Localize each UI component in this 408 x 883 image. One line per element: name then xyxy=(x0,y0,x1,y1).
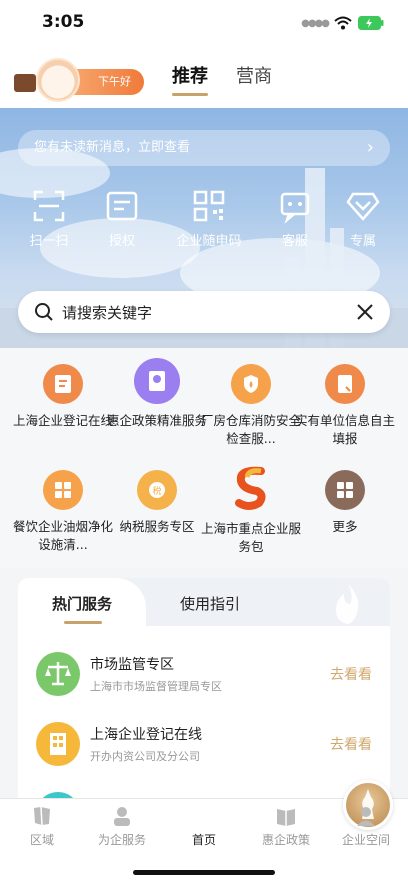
more-icon xyxy=(325,470,365,510)
active-tab-indicator xyxy=(64,621,102,624)
service-item[interactable]: 上海企业登记在线 xyxy=(13,364,113,430)
quick-scan[interactable]: 扫一扫 xyxy=(9,188,89,249)
service-item[interactable]: 上海市重点企业服务包 xyxy=(201,464,301,556)
greeting-widget[interactable]: 下午好 xyxy=(14,56,144,102)
service-label: 上海企业登记在线 xyxy=(13,413,114,428)
quick-qr-code[interactable]: 企业随申码 xyxy=(169,188,249,249)
quick-exclusive-label: 专属 xyxy=(349,234,376,249)
service-label: 纳税服务专区 xyxy=(119,519,195,534)
svg-text:税: 税 xyxy=(152,485,161,497)
quick-qr-code-label: 企业随申码 xyxy=(176,234,242,249)
profile-icon xyxy=(357,807,375,826)
fire-safety-icon xyxy=(231,364,271,404)
tab-business[interactable]: 营商 xyxy=(236,62,272,96)
header: 下午好 推荐 营商 xyxy=(0,48,408,108)
service-item[interactable]: 更多 xyxy=(295,470,395,536)
nav-policy[interactable]: 惠企政策 xyxy=(246,805,326,848)
quick-customer-service-label: 客服 xyxy=(281,234,308,249)
search-bar[interactable]: 请搜索关键字 xyxy=(18,291,390,333)
row-subtitle: 上海市市场监督管理局专区 xyxy=(90,680,222,693)
mascot-avatar xyxy=(36,58,80,102)
nav-label: 企业空间 xyxy=(341,833,390,847)
flame-icon xyxy=(336,584,359,624)
close-icon[interactable] xyxy=(356,303,374,321)
service-item[interactable]: 餐饮企业油烟净化设施清... xyxy=(13,470,113,554)
service-label: 实有单位信息自主填报 xyxy=(295,413,396,446)
brand-s-icon xyxy=(229,464,273,512)
nav-label: 为企服务 xyxy=(97,833,146,847)
search-input[interactable]: 请搜索关键字 xyxy=(62,302,152,323)
nav-home[interactable]: 首页 xyxy=(164,780,393,848)
status-icons: ●●●● xyxy=(301,16,384,30)
report-icon xyxy=(325,364,365,404)
service-label: 餐饮企业油烟净化设施清... xyxy=(13,519,114,552)
unread-message-text: 您有未读新消息，立即查看 xyxy=(34,140,191,155)
scan-icon xyxy=(33,190,65,222)
service-item[interactable]: 惠企政策精准服务 xyxy=(107,358,207,430)
tab-recommend[interactable]: 推荐 xyxy=(172,62,208,96)
row-subtitle: 开办内资公司及分公司 xyxy=(90,750,200,763)
hot-services-card: 热门服务 使用指引 市场监管专区 上海市市场监督管理局专区 去看看 上海企业登记… xyxy=(18,578,390,808)
bottom-nav: 区域 为企服务 首页 惠企政策 企业空间 xyxy=(0,780,408,883)
scale-icon xyxy=(36,652,80,696)
grid-icon xyxy=(43,470,83,510)
quick-exclusive[interactable]: 专属 xyxy=(323,188,403,249)
diamond-icon xyxy=(346,192,380,221)
quick-scan-label: 扫一扫 xyxy=(29,234,69,249)
building-icon xyxy=(36,722,80,766)
nav-label: 区域 xyxy=(29,833,54,847)
nav-enterprise-service[interactable]: 为企服务 xyxy=(82,805,162,848)
service-grid: 上海企业登记在线 惠企政策精准服务 厂房仓库消防安全检查服... 实有单位信息自… xyxy=(0,348,408,568)
tab-hot-services[interactable]: 热门服务 xyxy=(52,593,112,614)
policy-book-icon xyxy=(277,809,295,826)
go-see-button[interactable]: 去看看 xyxy=(330,734,372,754)
top-tabs: 推荐 营商 xyxy=(172,62,272,96)
unread-message-bar[interactable]: 您有未读新消息，立即查看 › xyxy=(18,130,390,166)
status-bar: 3:05 ●●●● xyxy=(0,0,408,48)
service-label: 厂房仓库消防安全检查服... xyxy=(201,413,302,446)
nav-label: 首页 xyxy=(191,833,216,847)
home-indicator xyxy=(133,870,275,875)
registration-icon xyxy=(43,364,83,404)
authorize-icon xyxy=(106,191,138,221)
service-item[interactable]: 实有单位信息自主填报 xyxy=(295,364,395,448)
policy-icon xyxy=(134,358,180,404)
row-title: 上海企业登记在线 xyxy=(90,727,202,743)
hot-service-row[interactable]: 市场监管专区 上海市市场监督管理局专区 去看看 xyxy=(18,640,390,710)
signal-icon: ●●●● xyxy=(301,17,330,29)
service-item[interactable]: 厂房仓库消防安全检查服... xyxy=(201,364,301,448)
region-icon xyxy=(34,806,50,826)
service-label: 上海市重点企业服务包 xyxy=(201,521,302,554)
hot-service-row[interactable]: 上海企业登记在线 开办内资公司及分公司 去看看 xyxy=(18,710,390,780)
status-time: 3:05 xyxy=(42,12,85,32)
quick-authorize[interactable]: 授权 xyxy=(82,188,162,249)
service-label: 惠企政策精准服务 xyxy=(107,413,208,428)
go-see-button[interactable]: 去看看 xyxy=(330,664,372,684)
customer-service-icon xyxy=(280,192,310,224)
service-item[interactable]: 税 纳税服务专区 xyxy=(107,470,207,536)
card-tabs: 热门服务 使用指引 xyxy=(18,578,390,626)
enterprise-service-icon xyxy=(114,807,130,826)
search-icon xyxy=(35,303,53,321)
nav-region[interactable]: 区域 xyxy=(2,805,82,848)
qr-code-icon xyxy=(193,190,225,222)
tab-usage-guide[interactable]: 使用指引 xyxy=(180,593,240,614)
battery-icon xyxy=(358,16,384,30)
nav-label: 惠企政策 xyxy=(261,833,310,847)
tax-icon: 税 xyxy=(137,470,177,510)
service-label: 更多 xyxy=(332,519,358,534)
quick-authorize-label: 授权 xyxy=(108,234,135,249)
briefcase-icon xyxy=(14,74,36,92)
wifi-icon xyxy=(334,16,352,30)
chevron-right-icon: › xyxy=(366,137,374,158)
row-title: 市场监管专区 xyxy=(90,657,174,673)
nav-profile[interactable]: 企业空间 xyxy=(326,805,406,848)
